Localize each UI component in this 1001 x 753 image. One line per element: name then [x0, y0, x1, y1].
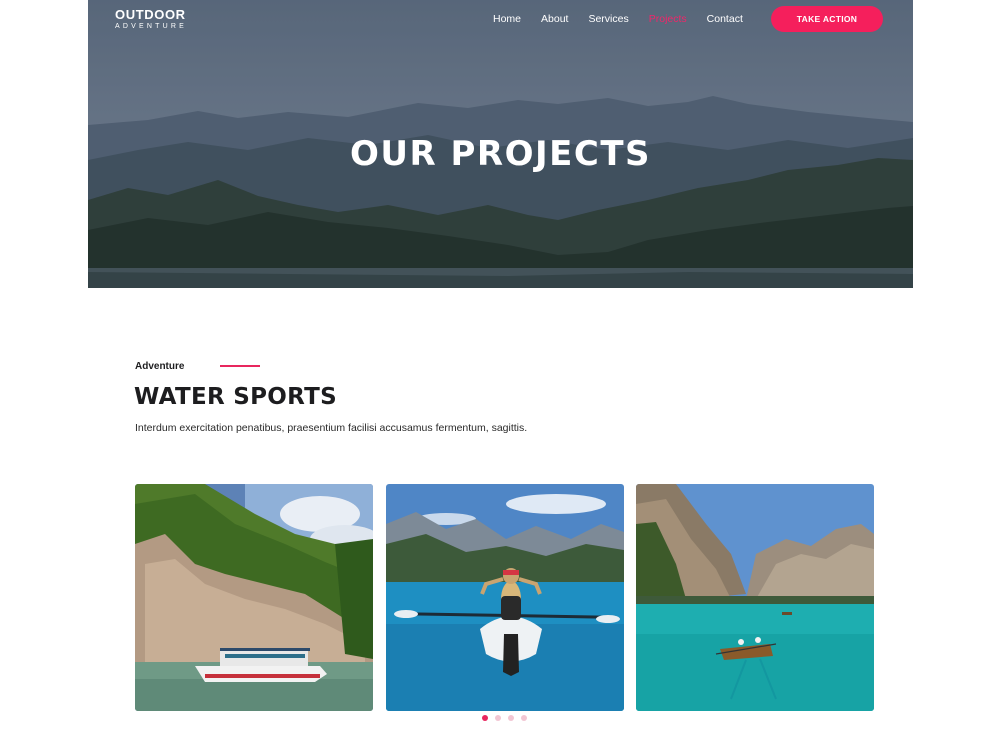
carousel-dot-1[interactable]	[482, 715, 488, 721]
gallery-card-kayak[interactable]	[386, 484, 624, 711]
carousel-dots	[482, 715, 527, 721]
brand-logo[interactable]: OUTDOOR ADVENTURE	[115, 8, 187, 31]
kayaker-image	[386, 484, 624, 711]
main-nav: Home About Services Projects Contact	[493, 12, 763, 26]
page-title: OUR PROJECTS	[349, 134, 652, 174]
eyebrow-divider	[220, 365, 260, 367]
section-description: Interdum exercitation penatibus, praesen…	[135, 422, 528, 434]
carousel-dot-4[interactable]	[521, 715, 527, 721]
hero-banner: OUTDOOR ADVENTURE Home About Services Pr…	[88, 0, 913, 288]
nav-home[interactable]: Home	[493, 12, 521, 26]
section-title: WATER SPORTS	[134, 384, 337, 410]
nav-contact[interactable]: Contact	[707, 12, 743, 26]
carousel-dot-2[interactable]	[495, 715, 501, 721]
gallery-card-boat[interactable]	[135, 484, 373, 711]
gallery-card-rowboat[interactable]	[636, 484, 874, 711]
nav-services[interactable]: Services	[588, 12, 628, 26]
rowboat-lake-image	[636, 484, 874, 711]
nav-about[interactable]: About	[541, 12, 568, 26]
section-eyebrow: Adventure	[135, 361, 185, 372]
brand-line-1: OUTDOOR	[115, 7, 186, 22]
carousel-dot-3[interactable]	[508, 715, 514, 721]
brand-line-2: ADVENTURE	[115, 23, 187, 30]
take-action-button[interactable]: TAKE ACTION	[771, 6, 883, 32]
tour-boat-image	[135, 484, 373, 711]
nav-projects[interactable]: Projects	[649, 12, 687, 26]
